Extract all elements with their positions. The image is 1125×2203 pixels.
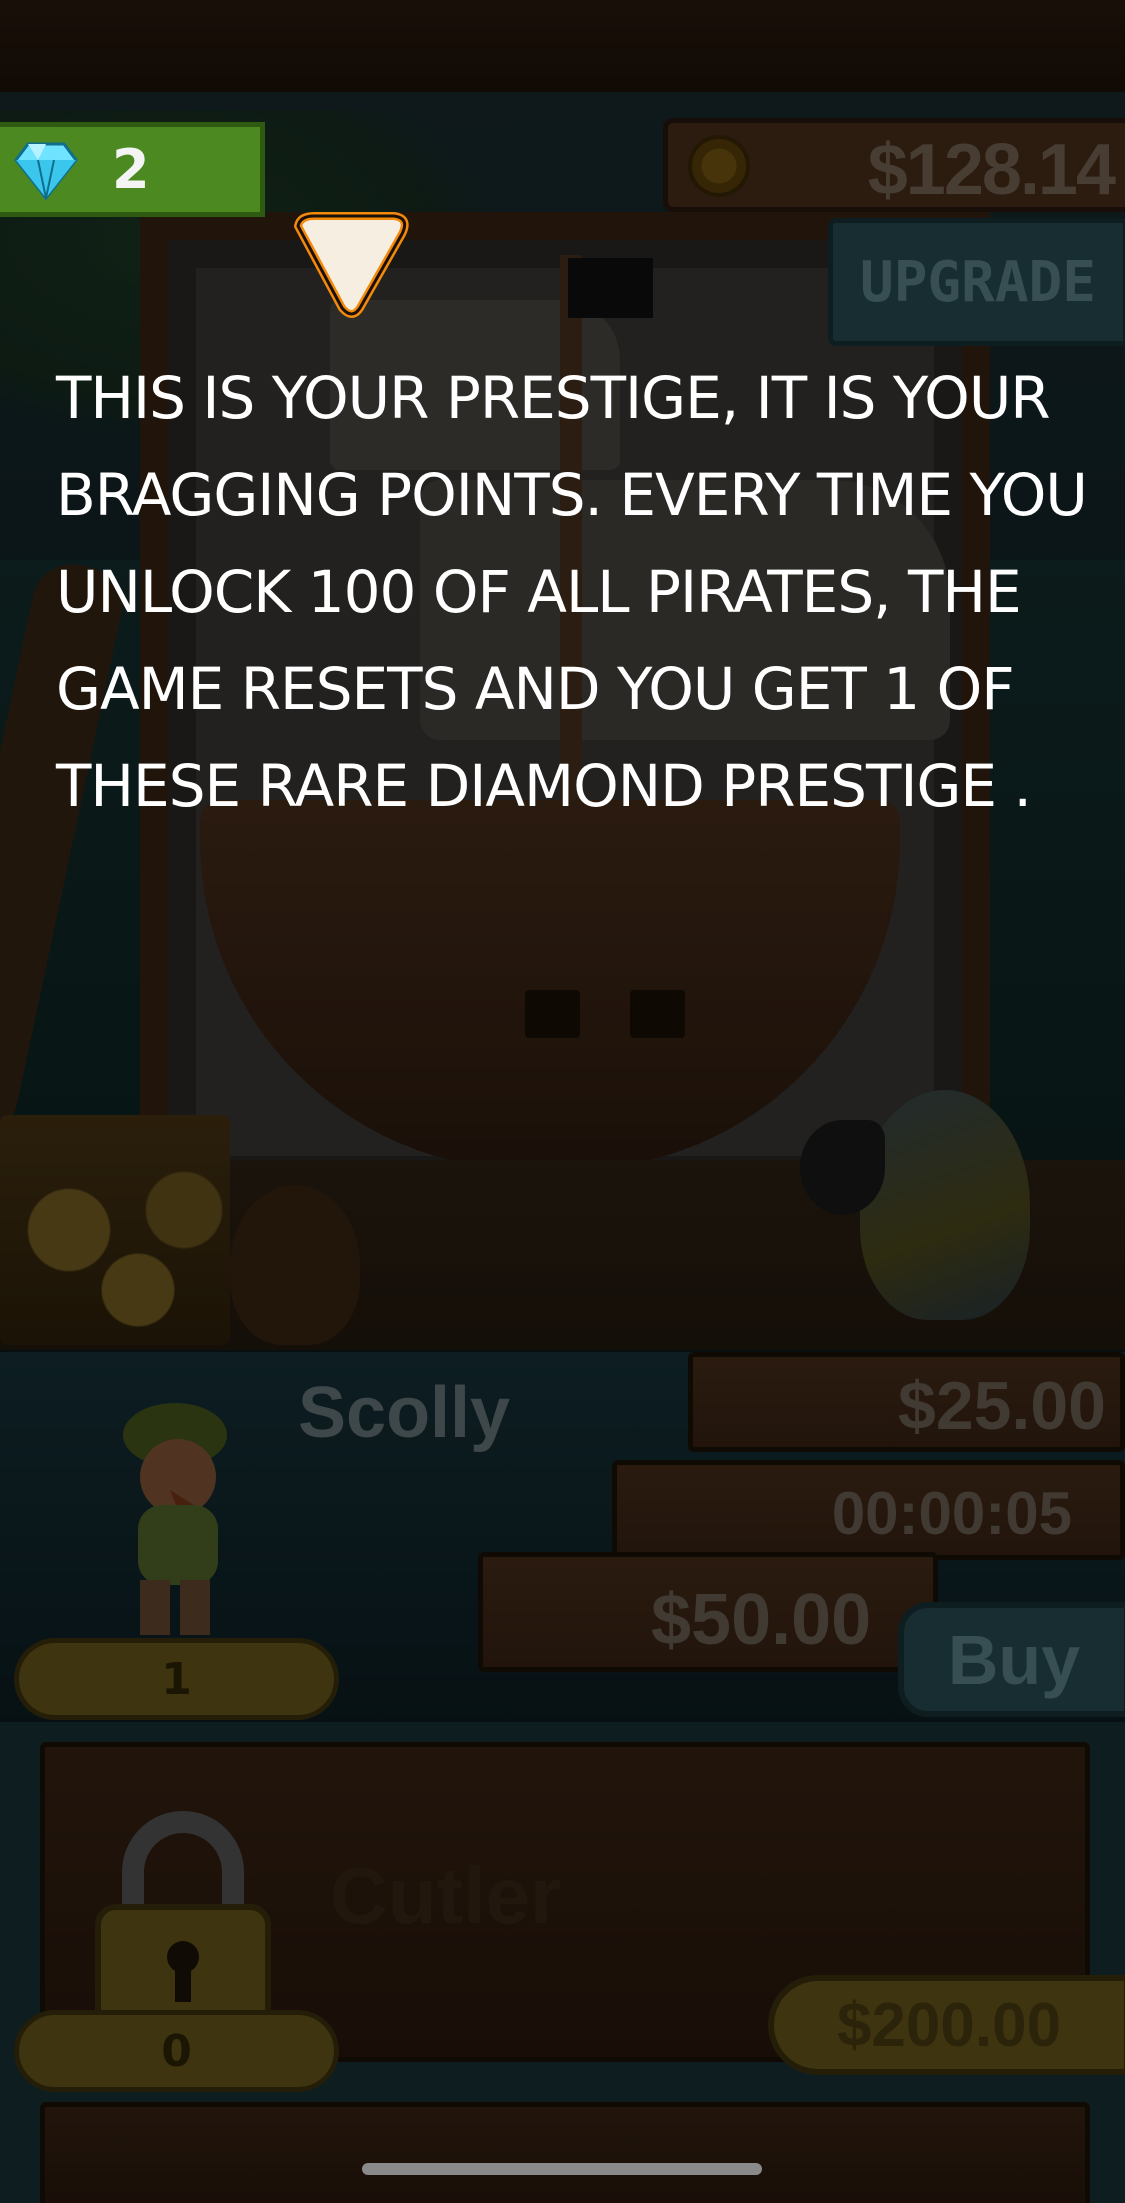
timer-value: 00:00:05 — [831, 1480, 1072, 1547]
income-plank: $25.00 — [688, 1352, 1125, 1452]
pirate-name: Cutler — [330, 1851, 562, 1940]
cost-value: $50.00 — [651, 1580, 872, 1660]
pirate-name: Scolly — [298, 1373, 511, 1453]
home-indicator[interactable] — [362, 2163, 762, 2175]
gem-bag-icon — [230, 1185, 360, 1345]
pirate-flag-icon — [568, 258, 653, 318]
pirate-row-next — [0, 2092, 1125, 2203]
level-pill: 1 — [14, 1638, 339, 1720]
parrot-icon — [860, 1090, 1030, 1320]
pirate-scolly-icon — [123, 1403, 227, 1635]
parrot-beak — [800, 1120, 885, 1215]
tutorial-message: THIS IS YOUR PRESTIGE, IT IS YOUR BRAGGI… — [56, 364, 1088, 820]
cannon-icon — [630, 990, 685, 1038]
upgrade-button[interactable]: UPGRADE — [828, 218, 1125, 346]
level-pill: 0 — [14, 2010, 339, 2092]
gold-coins-pile — [0, 1150, 230, 1350]
money-value: $128.14 — [867, 130, 1116, 210]
top-wood-bar — [0, 0, 1125, 98]
game-screen: $128.14 UPGRADE Scolly $25.00 00:00:05 $… — [0, 0, 1125, 2203]
money-panel: $128.14 — [663, 118, 1125, 212]
diamond-count: 2 — [112, 138, 150, 201]
tutorial-arrow-icon — [294, 212, 409, 318]
income-value: $25.00 — [898, 1368, 1106, 1444]
buy-button[interactable]: Buy — [898, 1602, 1125, 1717]
padlock-icon — [95, 1811, 271, 2040]
cost-plank: $50.00 — [478, 1552, 938, 1672]
cannon-icon — [525, 990, 580, 1038]
prestige-diamond-panel[interactable]: 2 — [0, 122, 265, 217]
locked-plank — [40, 2102, 1090, 2203]
timer-plank: 00:00:05 — [612, 1460, 1125, 1560]
coin-icon — [688, 135, 750, 197]
unlock-price-button[interactable]: $200.00 — [768, 1975, 1125, 2075]
diamond-icon — [14, 142, 78, 200]
